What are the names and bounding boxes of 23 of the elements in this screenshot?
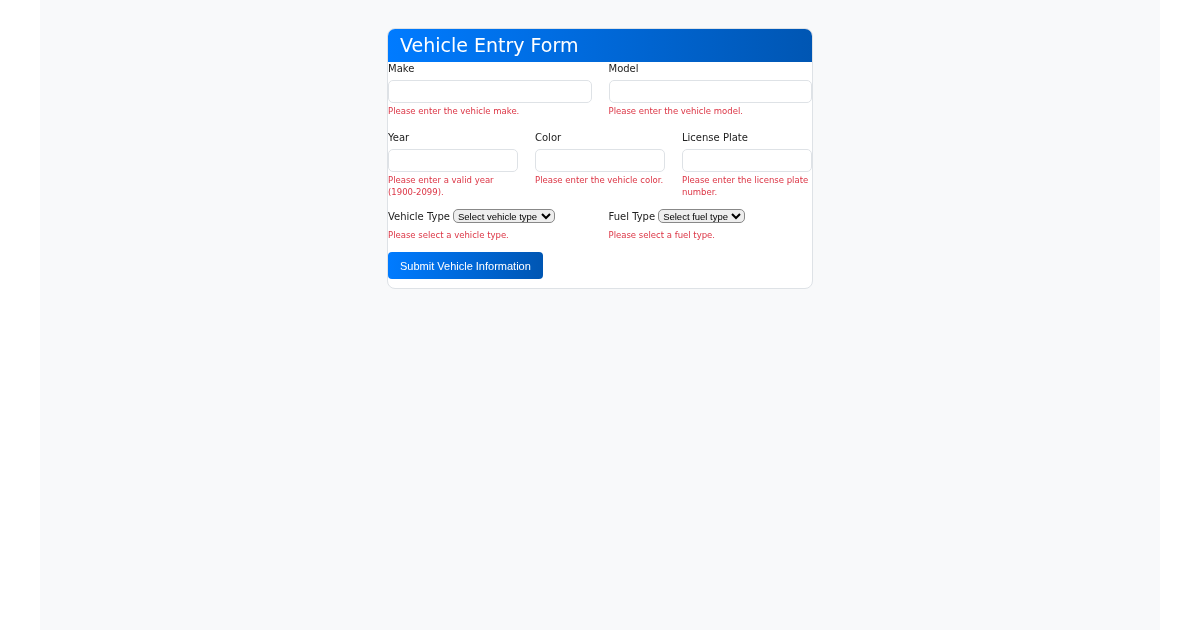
input-field[interactable] <box>535 149 665 172</box>
submit-button[interactable]: Submit Vehicle Information <box>388 252 543 279</box>
error-message: Please select a fuel type. <box>608 229 716 241</box>
error-message: Please enter the vehicle model. <box>608 105 744 117</box>
field-label: Year <box>388 132 411 143</box>
error-message: Please enter the vehicle make. <box>388 105 521 117</box>
dropdown[interactable]: Select vehicle type <box>452 209 555 223</box>
input-field[interactable] <box>388 149 518 172</box>
field-label: Color <box>535 132 563 143</box>
field-label: Vehicle Type <box>388 210 450 222</box>
error-message: Please enter the license plate number. <box>682 174 810 198</box>
error-message: Please select a vehicle type. <box>388 229 510 241</box>
field-label: Fuel Type <box>608 210 656 222</box>
input-field[interactable] <box>388 80 592 103</box>
field-label: Model <box>608 63 640 74</box>
form-title: Vehicle Entry Form <box>388 29 812 62</box>
field-label: License Plate <box>682 132 749 143</box>
error-message: Please enter the vehicle color. <box>535 174 665 186</box>
error-message: Please enter a valid year (1900-2099). <box>388 174 495 198</box>
field-label: Make <box>388 63 416 74</box>
dropdown[interactable]: Select fuel type <box>658 209 746 223</box>
input-field[interactable] <box>682 149 812 172</box>
input-field[interactable] <box>608 80 812 103</box>
